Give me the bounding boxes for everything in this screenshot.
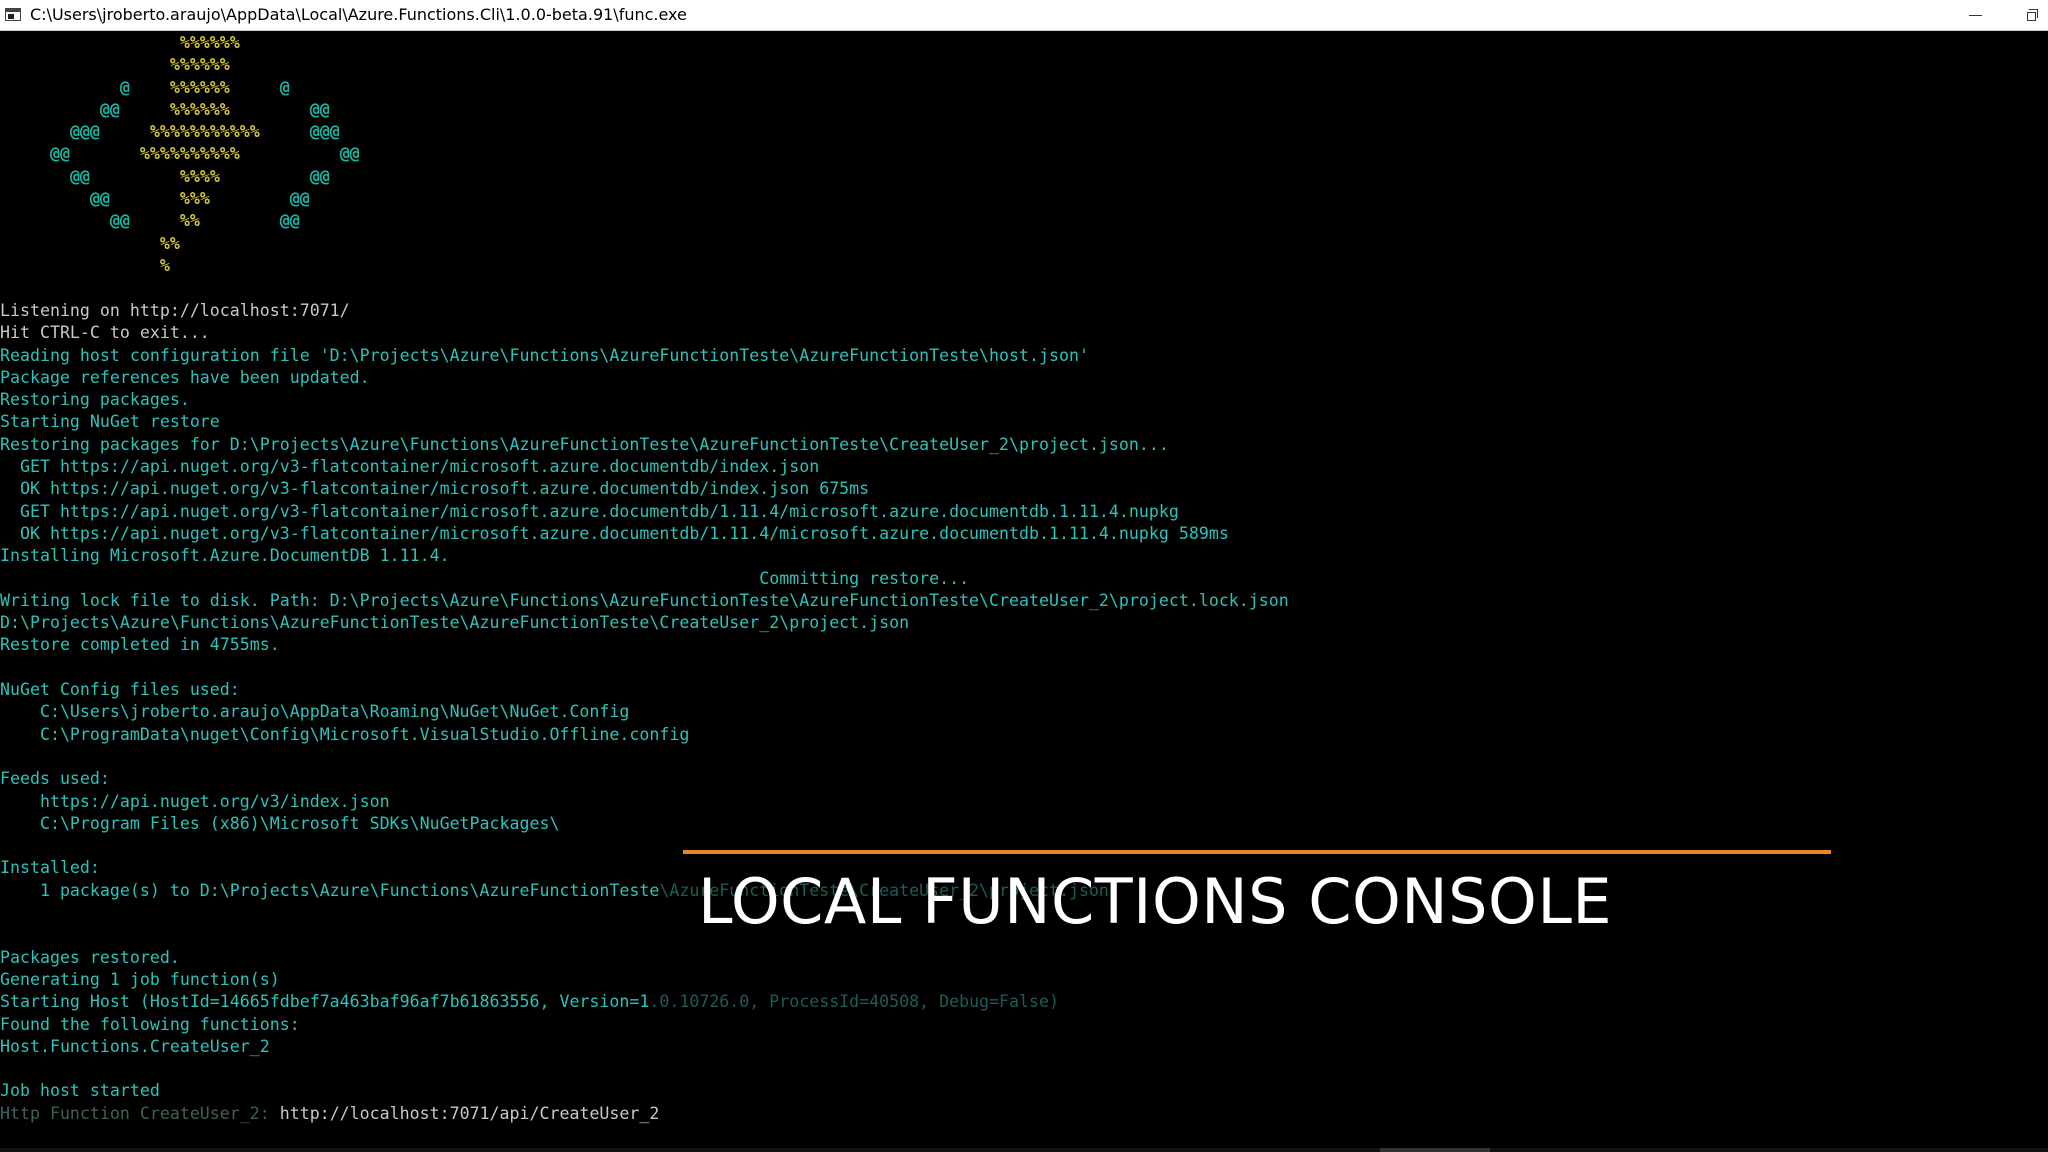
- console-line: Starting NuGet restore: [0, 412, 220, 432]
- console-line: Found the following functions:: [0, 1014, 300, 1034]
- http-function-url[interactable]: http://localhost:7071/api/CreateUser_2: [270, 1104, 660, 1123]
- ascii-logo-line: @@@ %%%%%%%%%%% @@@: [69, 122, 340, 142]
- console-line: Restoring packages for D:\Projects\Azure…: [0, 434, 1169, 454]
- console-line: Host.Functions.CreateUser_2: [0, 1036, 270, 1056]
- azure-functions-ascii-logo: %%%%%% %%%%%% @ %%%%%% @ @@ %%%%%% @@ @@…: [0, 32, 360, 277]
- console-line: C:\ProgramData\nuget\Config\Microsoft.Vi…: [0, 724, 690, 744]
- console-line: Hit CTRL-C to exit...: [0, 323, 210, 343]
- restore-button[interactable]: [2014, 0, 2048, 30]
- restore-icon: [2026, 8, 2038, 21]
- console-line: Writing lock file to disk. Path: D:\Proj…: [0, 590, 1289, 610]
- console-line: Package references have been updated.: [0, 367, 370, 387]
- console-line: C:\Program Files (x86)\Microsoft SDKs\Nu…: [0, 813, 560, 833]
- console-output[interactable]: Listening on http://localhost:7071/Hit C…: [0, 300, 1289, 1125]
- ascii-logo-line: @@ %%%%%%%%%% @@: [49, 144, 360, 164]
- console-line: Reading host configuration file 'D:\Proj…: [0, 345, 1089, 365]
- console-line: Committing restore...: [0, 568, 970, 588]
- console-line: GET https://api.nuget.org/v3-flatcontain…: [0, 501, 1179, 521]
- installed-package-text: 1 package(s) to D:\Projects\Azure\Functi…: [0, 880, 660, 900]
- console-line: Feeds used:: [0, 769, 110, 789]
- console-line: Listening on http://localhost:7071/: [0, 301, 350, 320]
- ascii-logo-line: @@ %%% @@: [89, 189, 310, 209]
- ascii-logo-line: @ %%%%%% @: [119, 77, 290, 97]
- ascii-logo-line: %%%%%%: [169, 55, 230, 75]
- console-line: Packages restored.: [0, 947, 180, 967]
- console-line: OK https://api.nuget.org/v3-flatcontaine…: [0, 523, 1229, 543]
- console-line: Installing Microsoft.Azure.DocumentDB 1.…: [0, 546, 450, 566]
- console-line: C:\Users\jroberto.araujo\AppData\Roaming…: [0, 702, 630, 722]
- starting-host-text: Starting Host (HostId=14665fdbef7a463baf…: [0, 992, 650, 1012]
- ascii-logo-line: %%%%%%: [179, 33, 240, 52]
- minimize-icon: [1968, 14, 1982, 16]
- console-line: Starting Host (HostId=14665fdbef7a463baf…: [0, 991, 1289, 1013]
- overlay-accent-rule: [683, 850, 1831, 854]
- ascii-logo-line: %%: [159, 233, 180, 253]
- overlay-caption-title: LOCAL FUNCTIONS CONSOLE: [698, 865, 1613, 938]
- console-line: Generating 1 job function(s): [0, 969, 280, 989]
- horizontal-scrollbar-thumb[interactable]: [1380, 1148, 1490, 1152]
- console-line: Restoring packages.: [0, 390, 190, 410]
- minimize-button[interactable]: [1952, 0, 1998, 30]
- window-title: C:\Users\jroberto.araujo\AppData\Local\A…: [30, 5, 687, 24]
- horizontal-scrollbar-track[interactable]: [0, 1148, 2048, 1152]
- console-line: Job host started: [0, 1081, 160, 1101]
- console-line: NuGet Config files used:: [0, 680, 240, 700]
- ascii-logo-line: %: [159, 255, 170, 275]
- console-line: GET https://api.nuget.org/v3-flatcontain…: [0, 457, 820, 477]
- ascii-logo-line: @@ %% @@: [109, 211, 300, 231]
- ascii-logo-line: @@ %%%%%% @@: [99, 99, 330, 119]
- console-line: OK https://api.nuget.org/v3-flatcontaine…: [0, 479, 870, 499]
- console-line: D:\Projects\Azure\Functions\AzureFunctio…: [0, 613, 910, 633]
- http-function-label: Http Function CreateUser_2:: [0, 1103, 270, 1123]
- console-line: https://api.nuget.org/v3/index.json: [0, 791, 390, 811]
- console-app-icon: [5, 8, 21, 21]
- starting-host-text-faded: .0.10726.0, ProcessId=40508, Debug=False…: [649, 992, 1059, 1012]
- ascii-logo-line: @@ %%%% @@: [69, 166, 330, 186]
- console-line: Http Function CreateUser_2: http://local…: [0, 1103, 1289, 1125]
- window-titlebar[interactable]: C:\Users\jroberto.araujo\AppData\Local\A…: [0, 0, 2048, 31]
- console-line: Restore completed in 4755ms.: [0, 635, 280, 655]
